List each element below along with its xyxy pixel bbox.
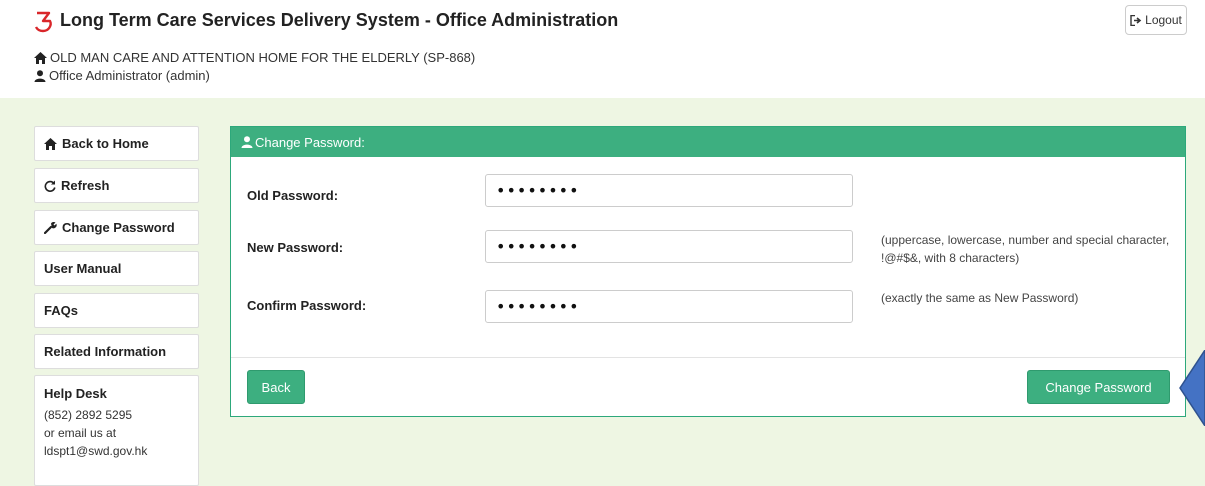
user-icon bbox=[241, 136, 253, 148]
sidebar-item-label: FAQs bbox=[44, 303, 78, 318]
organization-line: OLD MAN CARE AND ATTENTION HOME FOR THE … bbox=[34, 50, 475, 65]
helpdesk-email-prefix: or email us at bbox=[44, 426, 117, 440]
user-line: Office Administrator (admin) bbox=[34, 68, 210, 83]
sidebar-item-faqs[interactable]: FAQs bbox=[34, 293, 199, 328]
logout-label: Logout bbox=[1145, 13, 1182, 27]
confirm-password-field[interactable] bbox=[485, 290, 853, 323]
back-button[interactable]: Back bbox=[247, 370, 305, 404]
sidebar-item-label: Change Password bbox=[62, 220, 175, 235]
user-name: Office Administrator (admin) bbox=[49, 68, 210, 83]
pointer-arrow-icon bbox=[1179, 350, 1205, 426]
swd-logo-icon bbox=[34, 11, 52, 33]
user-icon bbox=[34, 69, 46, 82]
sidebar-item-label: User Manual bbox=[44, 261, 122, 276]
logout-icon bbox=[1130, 14, 1142, 26]
app-title: Long Term Care Services Delivery System … bbox=[60, 10, 619, 30]
home-icon bbox=[44, 137, 57, 150]
sidebar-item-label: Refresh bbox=[61, 178, 110, 193]
helpdesk-phone: (852) 2892 5295 bbox=[44, 408, 133, 422]
new-password-hint: (uppercase, lowercase, number and specia… bbox=[881, 233, 1170, 265]
new-password-field[interactable] bbox=[485, 230, 853, 263]
sidebar-item-label: Related Information bbox=[44, 344, 167, 359]
old-password-field[interactable] bbox=[485, 174, 853, 207]
refresh-icon bbox=[44, 180, 56, 192]
helpdesk-email[interactable]: ldspt1@swd.gov.hk bbox=[44, 442, 198, 460]
home-icon bbox=[34, 51, 47, 64]
sidebar-item-change-password[interactable]: Change Password bbox=[34, 210, 199, 245]
logout-button[interactable]: Logout bbox=[1125, 5, 1187, 35]
sidebar-item-back-to-home[interactable]: Back to Home bbox=[34, 126, 199, 161]
panel-heading-text: Change Password: bbox=[255, 134, 365, 150]
helpdesk-title: Help Desk bbox=[44, 386, 107, 401]
helpdesk-box: Help Desk (852) 2892 5295 or email us at… bbox=[34, 375, 199, 486]
new-password-label: New Password: bbox=[247, 240, 344, 255]
confirm-password-hint: (exactly the same as New Password) bbox=[881, 291, 1079, 305]
organization-name: OLD MAN CARE AND ATTENTION HOME FOR THE … bbox=[50, 50, 476, 65]
panel-footer-divider bbox=[231, 357, 1185, 358]
sidebar-item-refresh[interactable]: Refresh bbox=[34, 168, 199, 203]
wrench-icon bbox=[44, 221, 57, 234]
sidebar-item-user-manual[interactable]: User Manual bbox=[34, 251, 199, 286]
confirm-password-label: Confirm Password: bbox=[247, 298, 367, 313]
sidebar-item-related-information[interactable]: Related Information bbox=[34, 334, 199, 369]
change-password-button[interactable]: Change Password bbox=[1027, 370, 1170, 404]
change-password-panel: Change Password: Old Password: New Passw… bbox=[230, 126, 1186, 417]
header: Long Term Care Services Delivery System … bbox=[0, 0, 1205, 98]
sidebar-item-label: Back to Home bbox=[62, 136, 149, 151]
old-password-label: Old Password: bbox=[247, 188, 339, 203]
panel-heading: Change Password: bbox=[231, 127, 1185, 157]
